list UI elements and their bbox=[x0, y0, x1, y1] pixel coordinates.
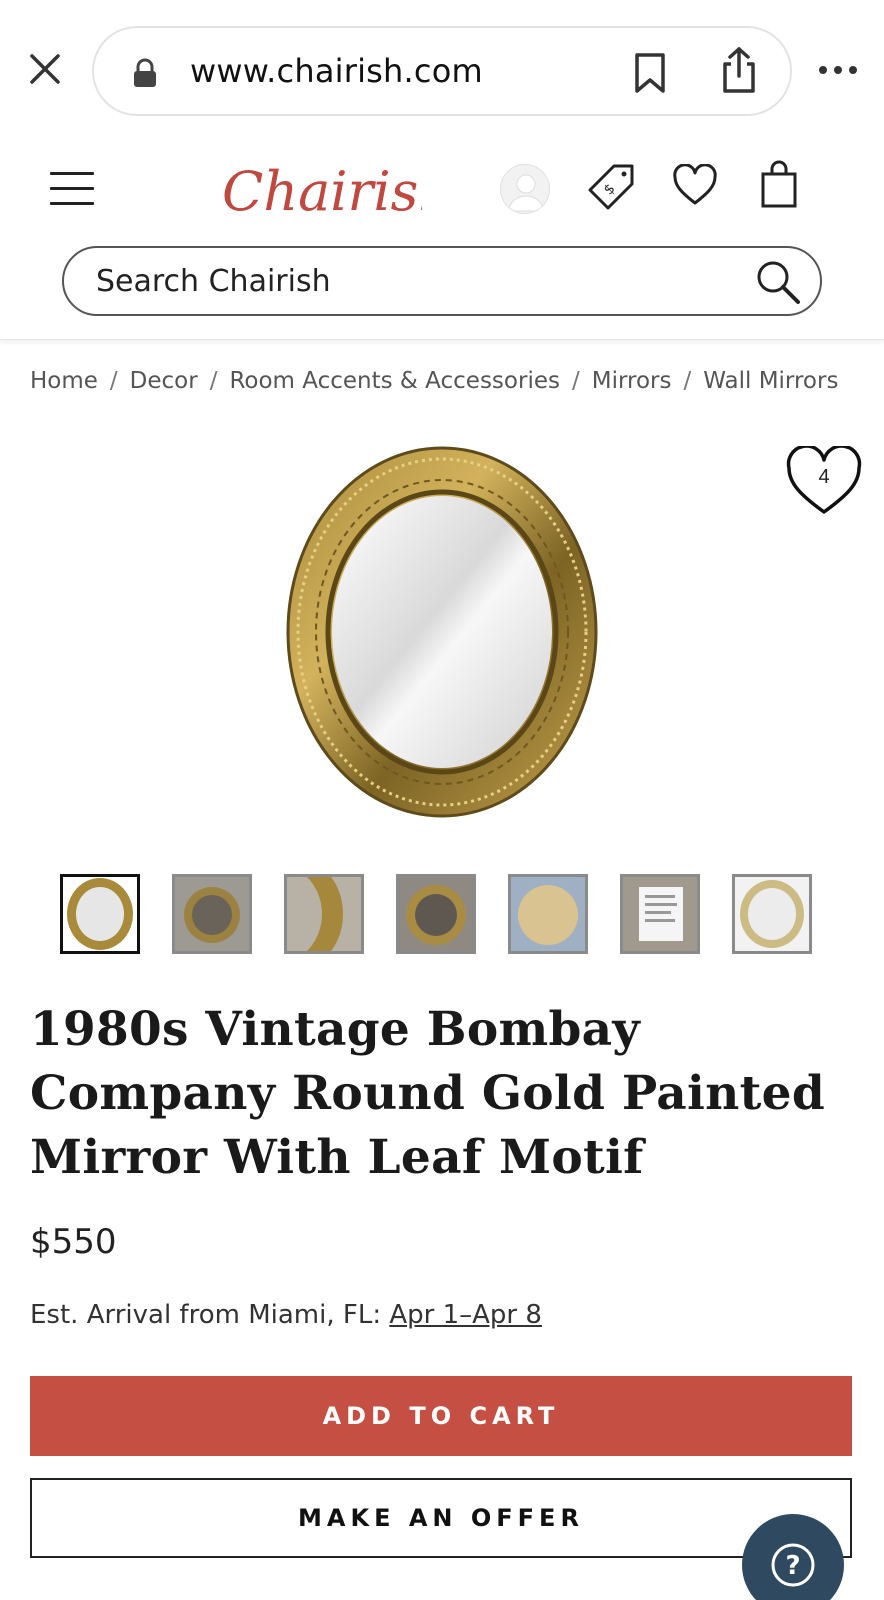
logo-text: Chairish bbox=[222, 160, 422, 223]
thumbnail-strip bbox=[60, 874, 824, 956]
add-to-cart-button[interactable]: ADD TO CART bbox=[30, 1376, 852, 1456]
make-an-offer-button[interactable]: MAKE AN OFFER bbox=[30, 1478, 852, 1558]
price-tag-icon[interactable]: $ bbox=[588, 162, 636, 210]
bookmark-icon[interactable] bbox=[632, 52, 668, 94]
breadcrumb: Home / Decor / Room Accents & Accessories / Mi… bbox=[30, 368, 839, 394]
chairish-logo[interactable]: Chairish bbox=[222, 150, 422, 230]
arrival-label: Est. Arrival from Miami, FL: bbox=[30, 1300, 382, 1330]
search-icon[interactable] bbox=[754, 258, 802, 306]
thumbnail-3[interactable] bbox=[284, 874, 364, 954]
help-button[interactable]: ? bbox=[742, 1514, 844, 1600]
thumbnail-6[interactable] bbox=[620, 874, 700, 954]
breadcrumb-wall-mirrors[interactable]: Wall Mirrors bbox=[703, 368, 838, 394]
account-avatar-icon[interactable] bbox=[500, 164, 550, 214]
thumbnail-5[interactable] bbox=[508, 874, 588, 954]
product-image[interactable] bbox=[284, 444, 600, 820]
url-text: www.chairish.com bbox=[190, 52, 483, 90]
search-placeholder: Search Chairish bbox=[96, 264, 331, 299]
favorite-count: 4 bbox=[818, 466, 830, 488]
menu-icon[interactable] bbox=[50, 172, 94, 208]
svg-text:$: $ bbox=[601, 181, 619, 199]
breadcrumb-decor[interactable]: Decor bbox=[130, 368, 198, 394]
thumbnail-2[interactable] bbox=[172, 874, 252, 954]
svg-text:?: ? bbox=[785, 1551, 800, 1581]
address-bar[interactable]: www.chairish.com bbox=[92, 26, 792, 116]
breadcrumb-mirrors[interactable]: Mirrors bbox=[592, 368, 672, 394]
favorites-heart-icon[interactable] bbox=[672, 164, 718, 206]
share-icon[interactable] bbox=[720, 46, 758, 94]
breadcrumb-room-accents[interactable]: Room Accents & Accessories bbox=[229, 368, 560, 394]
product-title: 1980s Vintage Bombay Company Round Gold … bbox=[30, 1002, 826, 1185]
shopping-bag-icon[interactable] bbox=[760, 160, 798, 208]
lock-icon bbox=[134, 58, 156, 87]
question-mark-icon: ? bbox=[771, 1543, 815, 1587]
favorite-button[interactable]: 4 bbox=[786, 444, 862, 516]
product-price: $550 bbox=[30, 1222, 117, 1262]
search-input[interactable]: Search Chairish bbox=[62, 246, 822, 316]
close-icon[interactable] bbox=[28, 52, 62, 86]
arrival-dates-link[interactable]: Apr 1–Apr 8 bbox=[389, 1300, 542, 1330]
estimated-arrival: Est. Arrival from Miami, FL: Apr 1–Apr 8 bbox=[30, 1300, 542, 1330]
breadcrumb-home[interactable]: Home bbox=[30, 368, 98, 394]
thumbnail-7[interactable] bbox=[732, 874, 812, 954]
browser-toolbar: www.chairish.com bbox=[0, 0, 884, 140]
thumbnail-1[interactable] bbox=[60, 874, 140, 954]
site-header: Chairish $ Search Chairish bbox=[0, 140, 884, 340]
more-options-icon[interactable] bbox=[818, 60, 858, 80]
thumbnail-4[interactable] bbox=[396, 874, 476, 954]
